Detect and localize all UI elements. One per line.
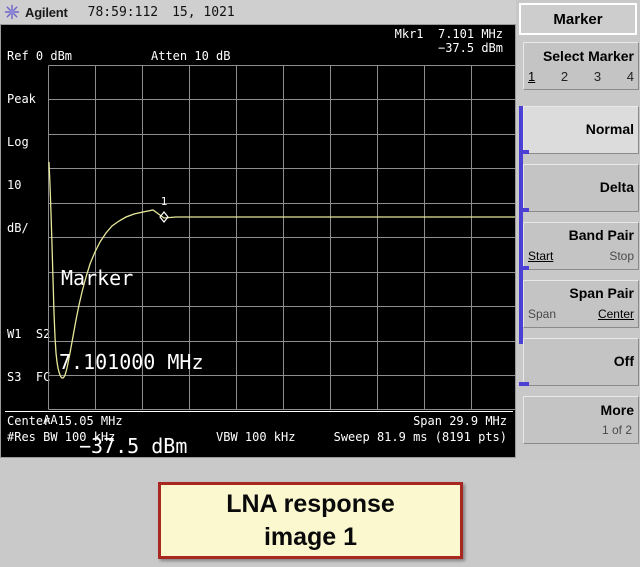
- softkey-off-label: Off: [613, 353, 634, 369]
- annotation-scale-units: dB/: [7, 221, 29, 235]
- attenuation-label: Atten 10 dB: [151, 49, 231, 63]
- titlebar: Agilent 78:59:112 15, 1021: [0, 0, 516, 24]
- marker-readout-amplitude: −37.5 dBm: [437, 41, 503, 55]
- softkey-more-page-indicator: 1 of 2: [601, 423, 632, 437]
- softkey-tick-off: [519, 382, 529, 386]
- status-center-frequency: Center 15.05 MHz: [7, 414, 123, 428]
- date-readout: 15, 1021: [172, 4, 235, 20]
- marker-option-1[interactable]: 1: [528, 69, 535, 84]
- ref-level-label: Ref 0 dBm: [7, 49, 73, 63]
- detector-scale-annotations: Peak Log 10 dB/: [7, 65, 50, 263]
- softkey-select-marker-label: Select Marker: [542, 48, 634, 64]
- softkey-select-marker[interactable]: Select Marker 1 2 3 4: [523, 42, 639, 90]
- annotation-peak: Peak: [7, 92, 36, 106]
- status-divider: [5, 411, 513, 412]
- status-span: Span 29.9 MHz: [413, 414, 507, 428]
- clock-readout: 78:59:112: [87, 4, 159, 20]
- softkey-tick-band-pair: [519, 266, 529, 270]
- softkey-normal[interactable]: Normal: [523, 106, 639, 154]
- softkey-tick-normal: [519, 150, 529, 154]
- softkey-normal-label: Normal: [585, 121, 634, 137]
- marker-number-options[interactable]: 1 2 3 4: [524, 69, 638, 84]
- display-screen[interactable]: Ref 0 dBm Atten 10 dB Mkr1 7.101 MHz −37…: [0, 24, 516, 458]
- softkey-tick-delta: [519, 208, 529, 212]
- marker-1-number: 1: [161, 195, 168, 208]
- caption-line-1: LNA response: [226, 489, 395, 518]
- annotation-scale-value: 10: [7, 178, 22, 192]
- marker-option-2[interactable]: 2: [561, 69, 568, 84]
- softkey-band-pair-start[interactable]: Start: [528, 249, 553, 263]
- softkey-delta-label: Delta: [599, 179, 634, 195]
- softkey-span-pair-label: Span Pair: [569, 285, 634, 301]
- marker-annot-title: Marker: [61, 266, 134, 290]
- status-video-bandwidth: VBW 100 kHz: [216, 430, 296, 444]
- status-sweep-time: Sweep 81.9 ms (8191 pts): [333, 430, 507, 444]
- agilent-starburst-icon: [4, 4, 20, 20]
- spectrum-analyzer-window: Agilent 78:59:112 15, 1021 Ref 0 dBm Att…: [0, 0, 640, 458]
- status-resolution-bandwidth: #Res BW 100 kHz: [7, 430, 116, 444]
- softkey-panel: Marker Select Marker 1 2 3 4 Normal Delt…: [517, 0, 640, 458]
- marker-readout-frequency: Mkr1 7.101 MHz: [394, 27, 503, 41]
- softkey-more-label: More: [600, 402, 634, 418]
- softkey-delta[interactable]: Delta: [523, 164, 639, 212]
- caption-line-2: image 1: [263, 522, 358, 551]
- softkey-span-pair-center[interactable]: Center: [598, 307, 634, 321]
- softkey-band-pair-stop[interactable]: Stop: [609, 249, 634, 263]
- figure-caption: LNA response image 1: [158, 482, 463, 559]
- marker-option-4[interactable]: 4: [627, 69, 634, 84]
- softkey-menu-title: Marker: [519, 3, 637, 35]
- annotation-log: Log: [7, 135, 29, 149]
- softkey-band-pair[interactable]: Band Pair Start Stop: [523, 222, 639, 270]
- softkey-off[interactable]: Off: [523, 338, 639, 386]
- brand-label: Agilent: [25, 4, 68, 20]
- softkey-span-pair-span[interactable]: Span: [528, 307, 556, 321]
- softkey-band-pair-label: Band Pair: [568, 227, 634, 243]
- softkey-span-pair[interactable]: Span Pair Span Center: [523, 280, 639, 328]
- marker-option-3[interactable]: 3: [594, 69, 601, 84]
- marker-annot-frequency: 7.101000 MHz: [59, 350, 204, 374]
- softkey-more[interactable]: More 1 of 2: [523, 396, 639, 444]
